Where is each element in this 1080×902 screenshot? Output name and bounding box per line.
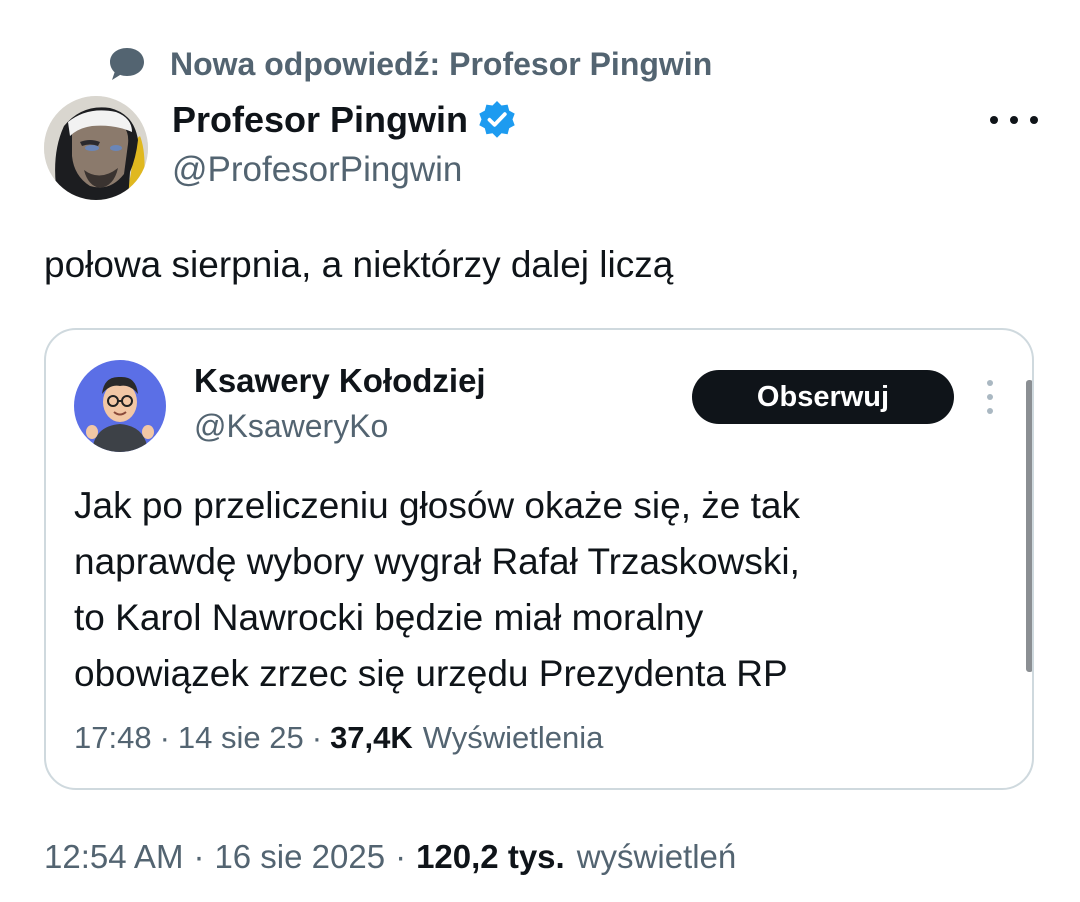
author-handle[interactable]: @ProfesorPingwin xyxy=(172,150,462,190)
quoted-more-options-button[interactable] xyxy=(984,380,996,414)
author-name-row[interactable]: Profesor Pingwin xyxy=(172,98,518,142)
more-options-button[interactable] xyxy=(990,106,1038,134)
tweet-date[interactable]: 16 sie 2025 xyxy=(214,838,385,876)
quoted-tweet-line: Jak po przeliczeniu głosów okaże się, że… xyxy=(74,485,800,526)
follow-button[interactable]: Obserwuj xyxy=(692,370,954,424)
quoted-tweet-card[interactable]: Ksawery Kołodziej @KsaweryKo Obserwuj Ja… xyxy=(44,328,1034,790)
more-dot-icon xyxy=(987,380,993,386)
quoted-tweet-time[interactable]: 17:48 xyxy=(74,720,152,756)
separator: · xyxy=(311,720,323,755)
tweet-time[interactable]: 12:54 AM xyxy=(44,838,183,876)
quoted-author-handle[interactable]: @KsaweryKo xyxy=(194,408,388,445)
views-label: wyświetleń xyxy=(576,838,737,875)
quoted-tweet-text: Jak po przeliczeniu głosów okaże się, że… xyxy=(74,478,1004,702)
speech-bubble-icon xyxy=(110,48,144,80)
more-dot-icon xyxy=(987,408,993,414)
quoted-tweet-date[interactable]: 14 sie 25 xyxy=(178,720,304,756)
quoted-tweet-line: to Karol Nawrocki będzie miał moralny xyxy=(74,597,704,638)
reply-context[interactable]: Nowa odpowiedź: Profesor Pingwin xyxy=(108,42,712,86)
quoted-views-count: 37,4K xyxy=(330,720,413,755)
tweet-meta: 12:54 AM · 16 sie 2025 · 120,2 tys. wyśw… xyxy=(44,838,736,876)
more-dot-icon xyxy=(987,394,993,400)
quoted-views-label: Wyświetlenia xyxy=(422,720,604,755)
separator: · xyxy=(395,838,407,875)
quoted-tweet-line: naprawdę wybory wygrał Rafał Trzaskowski… xyxy=(74,541,800,582)
quoted-author-name[interactable]: Ksawery Kołodziej xyxy=(194,362,486,400)
quoted-tweet-line: obowiązek zrzec się urzędu Prezydenta RP xyxy=(74,653,788,694)
avatar-image xyxy=(44,96,148,200)
reply-context-label: Nowa odpowiedź: Profesor Pingwin xyxy=(170,45,713,82)
author-name[interactable]: Profesor Pingwin xyxy=(172,99,468,141)
author-avatar[interactable] xyxy=(44,96,148,200)
separator: · xyxy=(193,838,205,875)
verified-badge-icon xyxy=(479,101,515,138)
avatar-image xyxy=(74,360,166,452)
more-dot-icon xyxy=(1010,116,1018,124)
quoted-author-avatar[interactable] xyxy=(74,360,166,452)
more-dot-icon xyxy=(990,116,998,124)
quoted-tweet-meta: 17:48 · 14 sie 25 · 37,4K Wyświetlenia xyxy=(74,720,603,756)
more-dot-icon xyxy=(1030,116,1038,124)
tweet-text: połowa sierpnia, a niektórzy dalej liczą xyxy=(44,244,674,285)
separator: · xyxy=(159,720,170,755)
scrollbar[interactable] xyxy=(1026,380,1032,672)
views-count: 120,2 tys. xyxy=(416,838,565,875)
